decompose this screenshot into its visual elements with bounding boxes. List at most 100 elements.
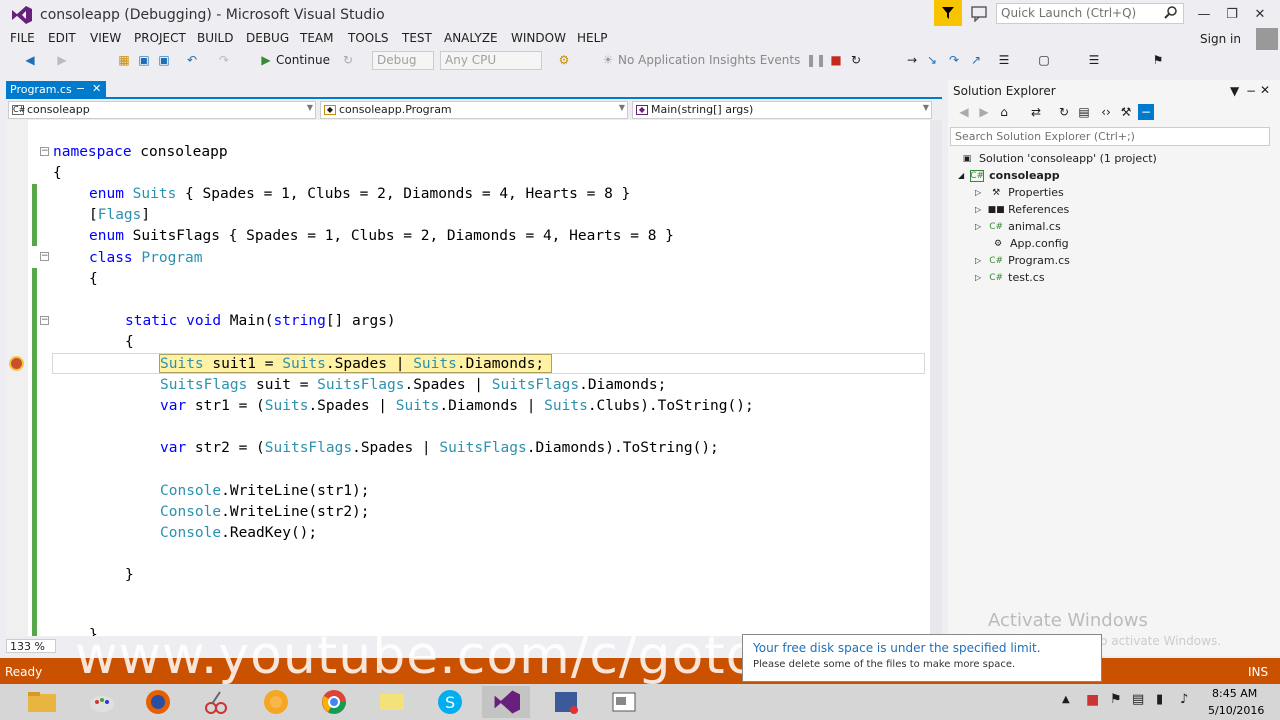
code-line[interactable]: var str2 = (SuitsFlags.Spades | SuitsFla…	[160, 439, 719, 457]
code-line[interactable]: {	[53, 164, 62, 182]
code-line[interactable]: enum SuitsFlags { Spades = 1, Clubs = 2,…	[89, 227, 674, 245]
volume-icon[interactable]: ♪	[1180, 692, 1188, 707]
properties-icon[interactable]: ⚒	[1118, 104, 1134, 120]
tab-program-cs[interactable]: Program.cs − ✕	[6, 81, 106, 98]
sign-in-link[interactable]: Sign in	[1200, 32, 1241, 46]
redo-icon[interactable]: ↷	[216, 52, 232, 68]
application-insights-label[interactable]: No Application Insights Events	[618, 53, 800, 67]
close-tab-icon[interactable]: ✕	[92, 82, 101, 95]
code-line[interactable]: Console.WriteLine(str1);	[160, 482, 370, 500]
recorder-icon[interactable]	[252, 686, 300, 718]
tree-item-properties[interactable]: ▷ ⚒ Properties	[975, 184, 1064, 201]
file-explorer-icon[interactable]	[18, 686, 66, 718]
code-line[interactable]: {	[125, 333, 134, 351]
chrome-icon[interactable]	[310, 686, 358, 718]
continue-icon[interactable]: ▶	[258, 52, 274, 68]
show-next-statement-icon[interactable]: →	[904, 52, 920, 68]
refresh-icon[interactable]: ↻	[1056, 104, 1072, 120]
code-line[interactable]: {	[89, 270, 98, 288]
user-avatar-icon[interactable]	[1256, 28, 1278, 50]
snipping-tool-icon[interactable]	[192, 686, 240, 718]
home-icon[interactable]: ⌂	[996, 104, 1012, 120]
menu-test[interactable]: TEST	[402, 31, 432, 45]
menu-project[interactable]: PROJECT	[134, 31, 186, 45]
search-icon[interactable]	[1164, 5, 1178, 19]
menu-analyze[interactable]: ANALYZE	[444, 31, 498, 45]
restart-icon[interactable]: ↻	[848, 52, 864, 68]
stop-icon[interactable]: ■	[828, 52, 844, 68]
clock-date[interactable]: 5/10/2016	[1208, 704, 1264, 717]
pin-icon[interactable]: −	[1246, 84, 1256, 98]
code-line[interactable]: Console.WriteLine(str2);	[160, 503, 370, 521]
code-line[interactable]: [Flags]	[89, 206, 150, 224]
forward-icon[interactable]: ▶	[976, 104, 992, 120]
collapse-icon[interactable]: −	[40, 252, 49, 261]
firefox-icon[interactable]	[134, 686, 182, 718]
back-icon[interactable]: ◀	[956, 104, 972, 120]
action-center-icon[interactable]: ⚑	[1110, 692, 1122, 707]
step-over-icon[interactable]: ↷	[946, 52, 962, 68]
save-icon[interactable]: ▣	[136, 52, 152, 68]
view-code-icon[interactable]: ‹›	[1098, 104, 1114, 120]
code-line[interactable]: var str1 = (Suits.Spades | Suits.Diamond…	[160, 397, 754, 415]
power-icon[interactable]: ▮	[1156, 692, 1163, 707]
zoom-level-select[interactable]: 133 %	[6, 639, 56, 653]
configuration-select[interactable]: Debug	[372, 51, 434, 70]
open-file-icon[interactable]: ▦	[116, 52, 132, 68]
video-recorder-icon[interactable]	[542, 686, 590, 718]
close-button[interactable]: ✕	[1246, 3, 1274, 25]
code-line[interactable]: Console.ReadKey();	[160, 524, 317, 542]
skype-icon[interactable]: S	[426, 686, 474, 718]
hex-display-icon[interactable]: ☰	[996, 52, 1012, 68]
menu-debug[interactable]: DEBUG	[246, 31, 289, 45]
code-line[interactable]: }	[125, 566, 134, 584]
menu-help[interactable]: HELP	[577, 31, 608, 45]
dropdown-icon[interactable]: ▼	[1230, 84, 1239, 98]
refresh-icon[interactable]: ↻	[340, 52, 356, 68]
continue-button[interactable]: Continue	[276, 53, 330, 67]
attach-icon[interactable]: ⚙	[556, 52, 572, 68]
menu-build[interactable]: BUILD	[197, 31, 233, 45]
pin-icon[interactable]: −	[76, 82, 85, 95]
maximize-button[interactable]: ❐	[1218, 3, 1246, 25]
collapse-icon[interactable]: −	[40, 316, 49, 325]
paint-icon[interactable]	[78, 686, 126, 718]
presentation-icon[interactable]	[600, 686, 648, 718]
feedback-icon[interactable]	[970, 4, 988, 22]
back-icon[interactable]: ◀	[22, 52, 38, 68]
preview-icon[interactable]: −	[1138, 104, 1154, 120]
code-line[interactable]: static void Main(string[] args)	[125, 312, 396, 330]
show-hidden-icons-icon[interactable]: ▲	[1062, 694, 1070, 705]
code-line[interactable]: namespace consoleapp	[53, 143, 228, 161]
visual-studio-taskbar-icon[interactable]	[482, 686, 530, 718]
menu-tools[interactable]: TOOLS	[348, 31, 389, 45]
comment-icon[interactable]: ☰	[1086, 52, 1102, 68]
editor-vertical-scrollbar[interactable]	[930, 120, 942, 636]
solution-search-input[interactable]: Search Solution Explorer (Ctrl+;)	[950, 127, 1270, 146]
collapse-all-icon[interactable]: ▤	[1076, 104, 1092, 120]
tree-item-program-cs[interactable]: ▷ C# Program.cs	[975, 252, 1070, 269]
project-node[interactable]: ◢ C# consoleapp	[958, 167, 1060, 184]
disk-warning-icon[interactable]: ■	[1086, 692, 1099, 708]
notification-filter-icon[interactable]	[934, 0, 962, 26]
breakpoint-icon[interactable]	[9, 356, 24, 371]
menu-edit[interactable]: EDIT	[48, 31, 76, 45]
notes-icon[interactable]	[368, 686, 416, 718]
low-disk-notification[interactable]: Your free disk space is under the specif…	[742, 634, 1102, 682]
collapse-icon[interactable]: −	[40, 147, 49, 156]
save-all-icon[interactable]: ▣	[156, 52, 172, 68]
undo-icon[interactable]: ↶	[184, 52, 200, 68]
menu-window[interactable]: WINDOW	[511, 31, 566, 45]
code-line[interactable]: enum Suits { Spades = 1, Clubs = 2, Diam…	[89, 185, 630, 203]
step-into-icon[interactable]: ↘	[924, 52, 940, 68]
quick-launch-input[interactable]: Quick Launch (Ctrl+Q)	[996, 3, 1184, 24]
platform-select[interactable]: Any CPU	[440, 51, 542, 70]
tree-item-app-config[interactable]: ⚙ App.config	[991, 235, 1069, 252]
project-dropdown[interactable]: C# consoleapp ▼	[8, 101, 316, 119]
class-dropdown[interactable]: ◆ consoleapp.Program ▼	[320, 101, 628, 119]
code-line[interactable]: Suits suit1 = Suits.Spades | Suits.Diamo…	[160, 355, 544, 373]
menu-view[interactable]: VIEW	[90, 31, 121, 45]
network-icon[interactable]: ▤	[1132, 692, 1144, 707]
tree-item-animal-cs[interactable]: ▷ C# animal.cs	[975, 218, 1061, 235]
breakpoint-margin[interactable]	[6, 120, 28, 636]
